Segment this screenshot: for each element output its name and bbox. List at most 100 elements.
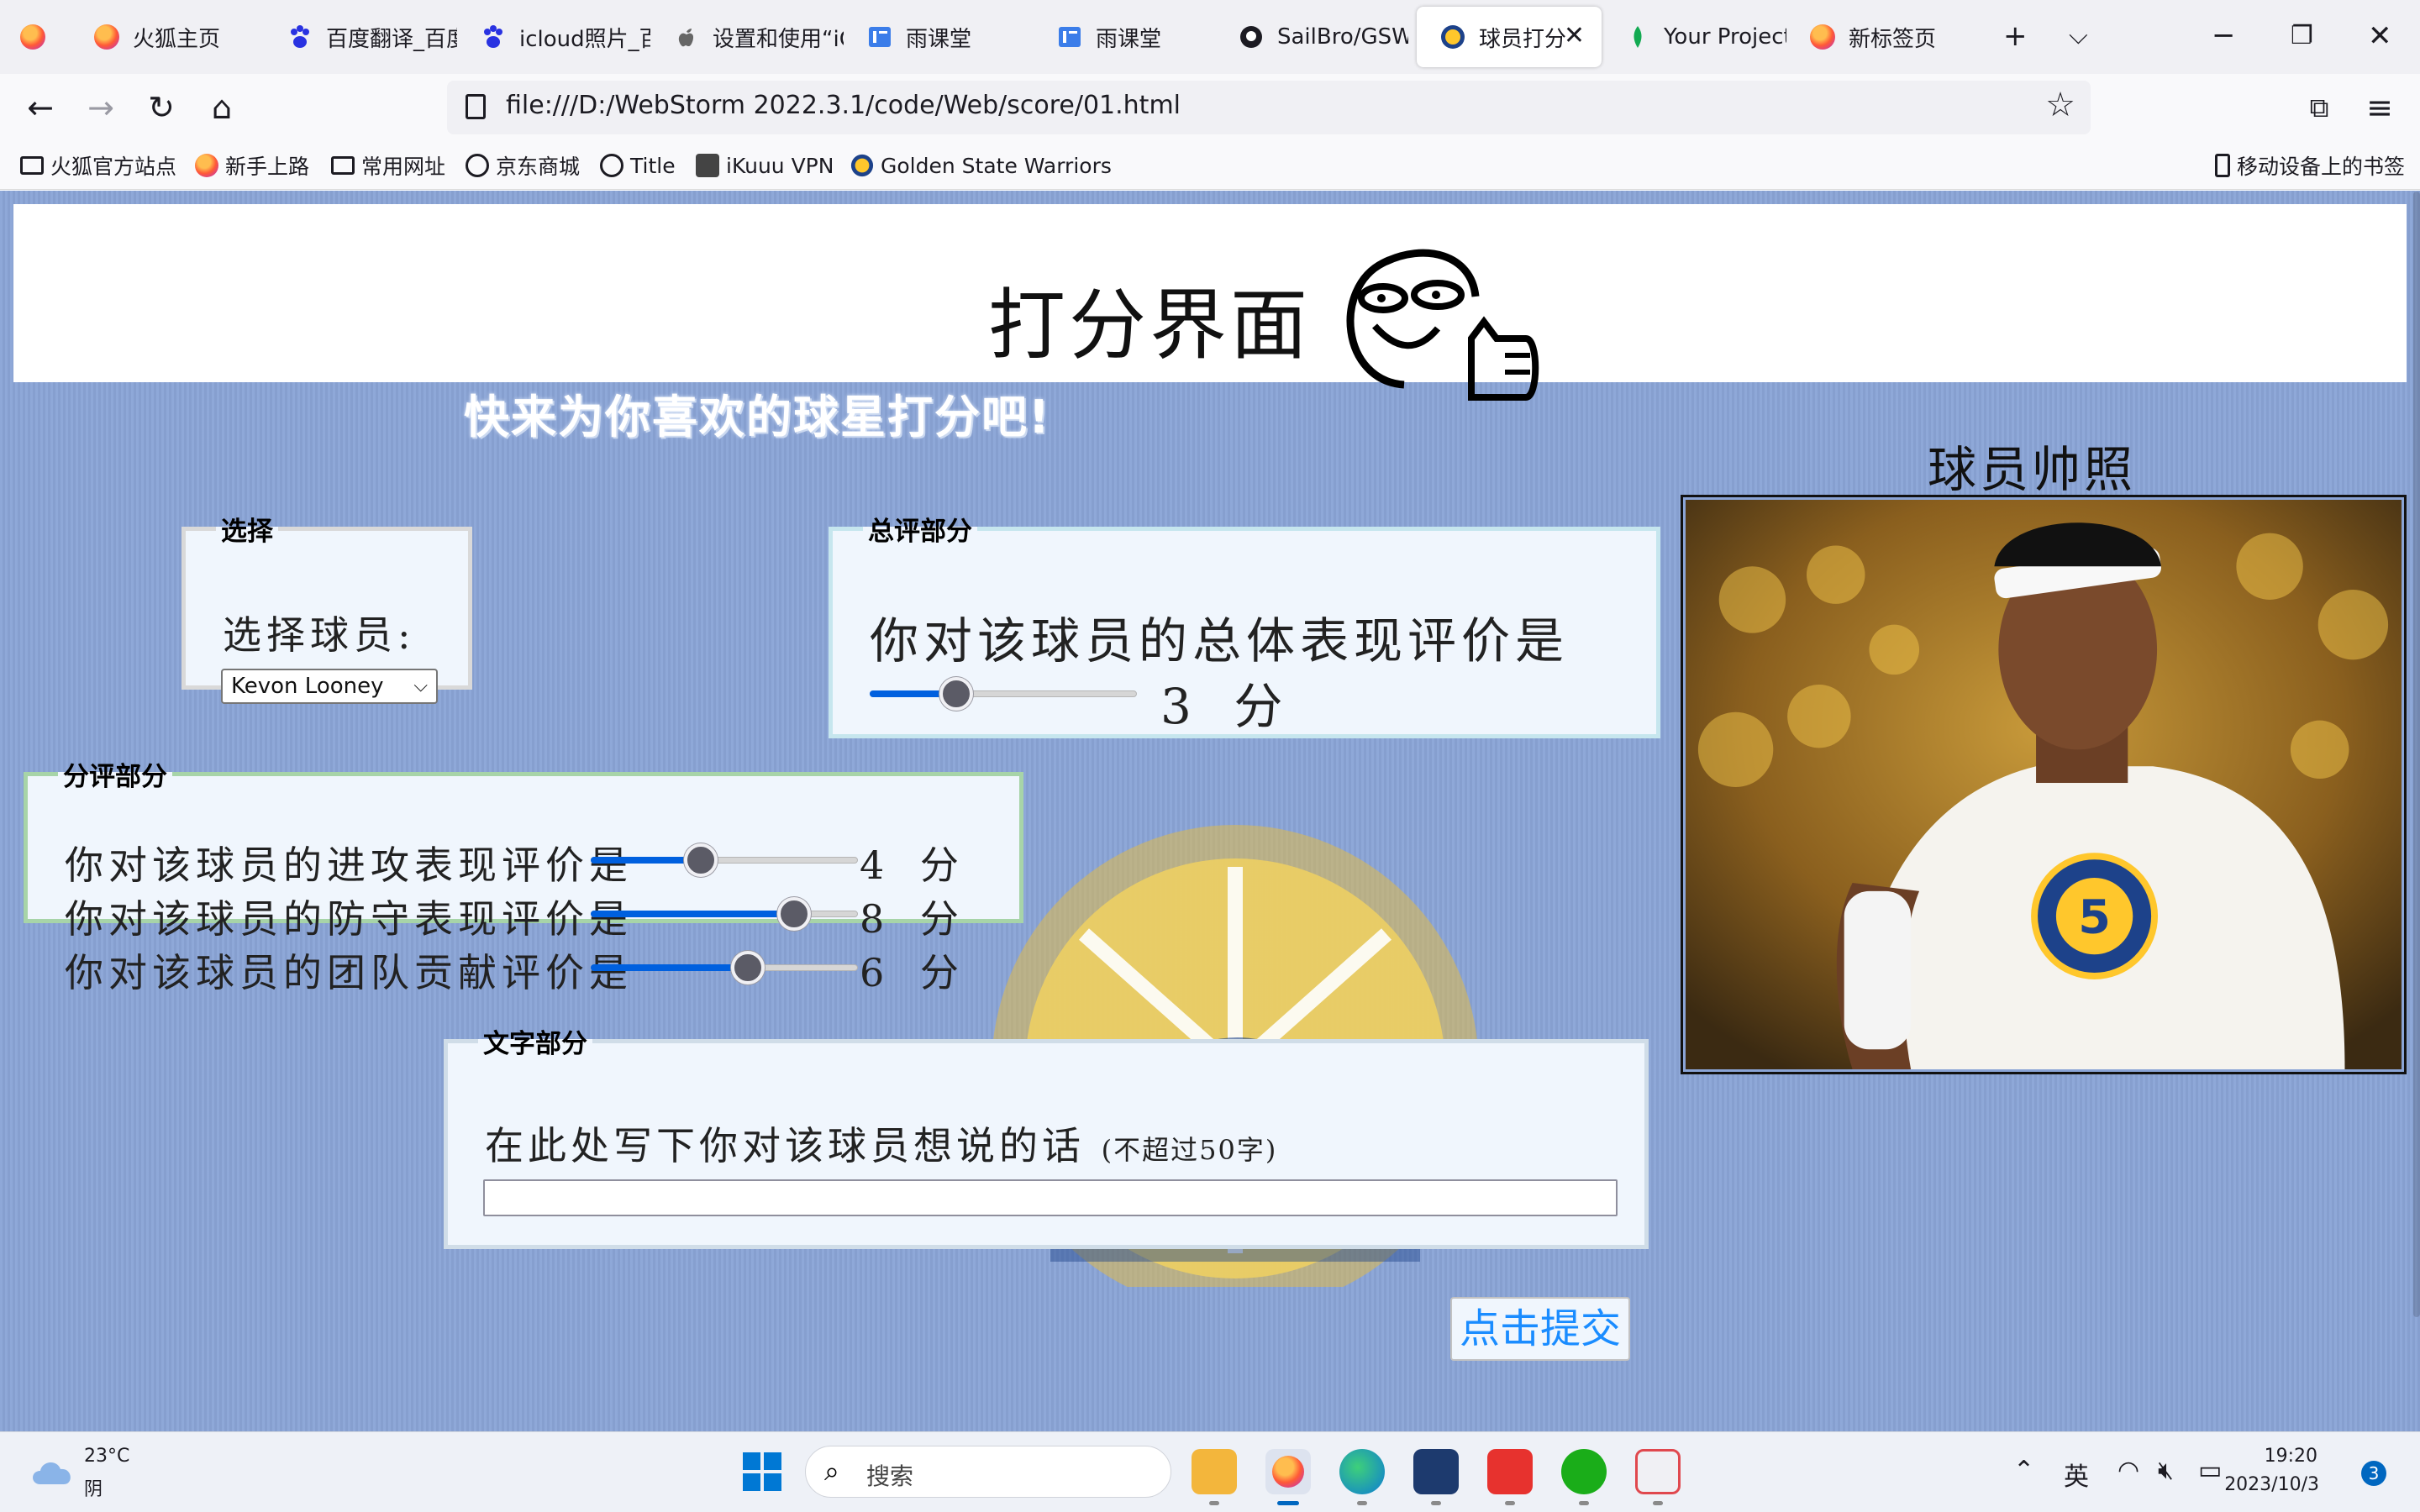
wechat-icon[interactable] bbox=[1561, 1449, 1607, 1494]
slider-fill bbox=[591, 911, 795, 917]
bookmark-item[interactable]: Title bbox=[600, 150, 676, 181]
search-icon: ⌕ bbox=[824, 1455, 839, 1487]
vertical-scrollbar[interactable] bbox=[2413, 192, 2420, 1317]
tab-label: 设置和使用“iCloud bbox=[713, 26, 844, 52]
windows-start-icon[interactable] bbox=[743, 1452, 781, 1491]
edge-icon[interactable] bbox=[1339, 1449, 1385, 1494]
bookmark-item[interactable]: 京东商城 bbox=[466, 150, 580, 181]
notification-badge[interactable]: 3 bbox=[2361, 1461, 2386, 1486]
bookmark-item[interactable]: 新手上路 bbox=[195, 150, 309, 181]
close-tab-icon[interactable]: ✕ bbox=[1564, 24, 1585, 49]
wifi-icon[interactable]: ◠ bbox=[2118, 1456, 2139, 1485]
firefox-icon bbox=[195, 154, 218, 177]
slider-thumb[interactable] bbox=[777, 897, 812, 931]
tab-8-active[interactable]: 球员打分 ✕ bbox=[1417, 7, 1602, 67]
team-contribution-slider[interactable] bbox=[591, 949, 858, 986]
slider-thumb[interactable] bbox=[939, 677, 974, 711]
select-player-label: 选择球员: bbox=[223, 612, 416, 658]
show-hidden-icons-chevron-icon[interactable]: ⌃ bbox=[2013, 1456, 2034, 1485]
home-icon[interactable]: ⌂ bbox=[200, 86, 244, 129]
file-explorer-icon[interactable] bbox=[1192, 1449, 1237, 1494]
vpn-icon bbox=[696, 154, 719, 177]
defense-rating-label: 你对该球员的防守表现评价是 bbox=[65, 896, 633, 942]
tab-3[interactable]: icloud照片_百度 bbox=[457, 7, 650, 67]
tab-7[interactable]: SailBro/GSW bbox=[1215, 7, 1408, 67]
back-arrow-icon[interactable]: ← bbox=[18, 86, 62, 129]
bookmark-item[interactable]: iKuuu VPN bbox=[696, 150, 834, 181]
battery-icon[interactable]: ▭ bbox=[2198, 1456, 2222, 1485]
mongodb-leaf-icon bbox=[1625, 24, 1650, 50]
team-contribution-score: 6 分 bbox=[860, 950, 971, 995]
app-running-indicator bbox=[1579, 1501, 1589, 1505]
list-tabs-chevron-icon[interactable]: ⌵ bbox=[2069, 15, 2088, 57]
tab-label: 球员打分 bbox=[1479, 26, 1567, 52]
taskbar-search[interactable]: ⌕ 搜索 bbox=[805, 1446, 1171, 1498]
slider-thumb[interactable] bbox=[684, 843, 718, 877]
new-tab-plus-icon[interactable]: + bbox=[2003, 15, 2028, 57]
clock-date[interactable]: 2023/10/3 bbox=[2224, 1474, 2319, 1495]
ime-indicator[interactable]: 英 bbox=[2064, 1456, 2089, 1493]
url-text[interactable]: file:///D:/WebStorm 2022.3.1/code/Web/sc… bbox=[506, 91, 1181, 120]
chevron-down-icon: ⌵ bbox=[413, 675, 428, 696]
page-title: 打分界面 bbox=[988, 281, 1312, 370]
slider-thumb[interactable] bbox=[730, 951, 765, 984]
apple-icon bbox=[674, 24, 699, 50]
clock-time[interactable]: 19:20 bbox=[2265, 1446, 2317, 1467]
bookmark-item[interactable]: Golden State Warriors bbox=[850, 150, 1112, 181]
page-document-icon bbox=[466, 94, 486, 119]
extensions-puzzle-icon[interactable]: ⧉ bbox=[2297, 86, 2341, 129]
restore-icon[interactable]: ❐ bbox=[2291, 15, 2313, 57]
folder-icon bbox=[331, 156, 355, 175]
url-bar[interactable]: file:///D:/WebStorm 2022.3.1/code/Web/sc… bbox=[447, 81, 2091, 134]
tab-2[interactable]: 百度翻译_百度 bbox=[264, 7, 457, 67]
page-header: 打分界面 bbox=[13, 204, 2407, 401]
defense-slider[interactable] bbox=[591, 895, 858, 932]
globe-icon bbox=[466, 154, 489, 177]
thumbs-up-face-icon bbox=[1346, 249, 1539, 401]
tab-10[interactable]: 新标签页 bbox=[1786, 7, 1971, 67]
bookmark-label: Title bbox=[630, 153, 676, 178]
offense-rating-label: 你对该球员的进攻表现评价是 bbox=[65, 843, 633, 888]
tab-6[interactable]: 雨课堂 bbox=[1034, 7, 1223, 67]
search-placeholder: 搜索 bbox=[866, 1462, 914, 1490]
snipping-tool-icon[interactable] bbox=[1635, 1449, 1681, 1494]
minimize-icon[interactable]: ─ bbox=[2215, 15, 2232, 57]
firefox-icon bbox=[20, 24, 45, 50]
bookmark-item[interactable]: 火狐官方站点 bbox=[20, 150, 176, 181]
player-select[interactable]: Kevon Looney ⌵ bbox=[221, 669, 438, 704]
cloud-weather-icon[interactable] bbox=[29, 1452, 76, 1489]
tab-5[interactable]: 雨课堂 bbox=[844, 7, 1034, 67]
app-running-indicator bbox=[1431, 1501, 1441, 1505]
app-running-indicator bbox=[1209, 1501, 1219, 1505]
team-contribution-label: 你对该球员的团队贡献评价是 bbox=[65, 950, 633, 995]
firefox-view-button[interactable] bbox=[0, 7, 67, 67]
comment-input[interactable] bbox=[483, 1179, 1618, 1216]
tab-label: 火狐主页 bbox=[133, 26, 221, 52]
bookmark-label: 京东商城 bbox=[496, 155, 581, 179]
tab-9[interactable]: Your Projects bbox=[1602, 7, 1786, 67]
rain-classroom-icon bbox=[867, 24, 892, 50]
offense-slider[interactable] bbox=[591, 842, 858, 879]
cat-app-icon[interactable] bbox=[1413, 1449, 1459, 1494]
defense-score: 8 分 bbox=[860, 896, 971, 942]
tab-4[interactable]: 设置和使用“iCloud bbox=[650, 7, 844, 67]
close-window-icon[interactable]: ✕ bbox=[2368, 15, 2392, 57]
overall-slider[interactable] bbox=[870, 675, 1137, 712]
bookmark-item[interactable]: 常用网址 bbox=[331, 150, 445, 181]
mobile-bookmarks[interactable]: 移动设备上的书签 bbox=[2215, 150, 2405, 181]
app-running-indicator bbox=[1357, 1501, 1367, 1505]
app-active-indicator bbox=[1277, 1501, 1299, 1505]
tab-label: 百度翻译_百度 bbox=[326, 26, 457, 52]
bookmark-star-icon[interactable]: ☆ bbox=[2045, 86, 2075, 124]
tab-1[interactable]: 火狐主页 bbox=[71, 7, 264, 67]
submit-button[interactable]: 点击提交 bbox=[1450, 1297, 1630, 1361]
overall-rating-text: 你对该球员的总体表现评价是 bbox=[870, 612, 1570, 669]
bookmarks-toolbar: 火狐官方站点 新手上路 常用网址 京东商城 Title iKuuu VPN Go… bbox=[0, 141, 2420, 190]
app-menu-hamburger-icon[interactable]: ≡ bbox=[2358, 86, 2402, 129]
wps-office-icon[interactable] bbox=[1487, 1449, 1533, 1494]
reload-icon[interactable]: ↻ bbox=[139, 86, 183, 129]
warriors-icon bbox=[850, 154, 874, 177]
firefox-taskbar-button[interactable] bbox=[1265, 1449, 1311, 1494]
volume-muted-icon[interactable]: 🔇︎ bbox=[2158, 1456, 2174, 1485]
forward-arrow-icon[interactable]: → bbox=[79, 86, 123, 129]
